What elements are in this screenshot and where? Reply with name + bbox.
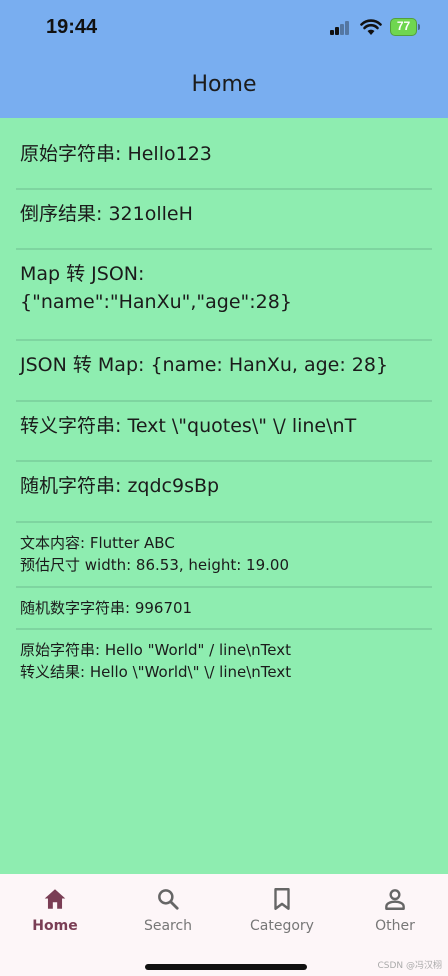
nav-label-category: Category — [250, 918, 314, 934]
page-title: Home — [191, 72, 257, 97]
escaped-result-label: 转义结果: Hello \"World\" \/ line\nText — [20, 663, 292, 681]
search-icon — [158, 889, 179, 910]
list-item-escape-demo: 原始字符串: Hello "World" / line\nText 转义结果: … — [20, 639, 432, 683]
nav-item-home[interactable]: Home — [5, 886, 105, 934]
divider — [16, 400, 432, 402]
text-content-label: 文本内容: Flutter ABC — [20, 534, 175, 552]
divider — [16, 248, 432, 250]
nav-item-category[interactable]: Category — [232, 886, 332, 934]
divider — [16, 339, 432, 341]
status-bar: 19:44 77 — [0, 0, 448, 56]
list-item-map-to-json: Map 转 JSON: {"name":"HanXu","age":28} — [20, 260, 432, 316]
watermark: CSDN @冯汉栩 — [377, 961, 442, 971]
list-item-reversed-result: 倒序结果: 321olleH — [20, 203, 193, 225]
estimated-size-label: 预估尺寸 width: 86.53, height: 19.00 — [20, 556, 289, 574]
battery-icon: 77 — [390, 18, 420, 36]
list-item-random-string: 随机字符串: zqdc9sBp — [20, 475, 220, 497]
divider — [16, 521, 432, 523]
app-bar: Home — [0, 56, 448, 118]
battery-level: 77 — [396, 19, 411, 33]
list-item-random-number-string: 随机数字字符串: 996701 — [20, 599, 193, 617]
list-item-text-size: 文本内容: Flutter ABC 预估尺寸 width: 86.53, hei… — [20, 532, 432, 576]
list-item-escaped-string: 转义字符串: Text \"quotes\" \/ line\nT — [20, 415, 357, 437]
nav-label-home: Home — [32, 918, 78, 934]
original-string-label: 原始字符串: Hello "World" / line\nText — [20, 641, 291, 659]
divider — [16, 188, 432, 190]
divider — [16, 460, 432, 462]
nav-item-other[interactable]: Other — [345, 886, 445, 934]
wifi-icon — [360, 19, 382, 35]
list-item-original-string: 原始字符串: Hello123 — [20, 143, 212, 165]
cellular-signal-icon — [330, 21, 350, 35]
bookmark-icon — [274, 888, 290, 910]
list-item-json-to-map: JSON 转 Map: {name: HanXu, age: 28} — [20, 354, 389, 376]
divider — [16, 586, 432, 588]
nav-label-search: Search — [143, 918, 193, 934]
map-to-json-label: Map 转 JSON: — [20, 263, 145, 285]
nav-item-search[interactable]: Search — [118, 886, 218, 934]
nav-label-other: Other — [375, 918, 415, 934]
home-indicator[interactable] — [145, 964, 307, 970]
divider — [16, 628, 432, 630]
home-icon — [44, 889, 66, 909]
status-time: 19:44 — [46, 16, 98, 38]
person-icon — [385, 889, 405, 910]
map-to-json-value: {"name":"HanXu","age":28} — [20, 291, 292, 313]
